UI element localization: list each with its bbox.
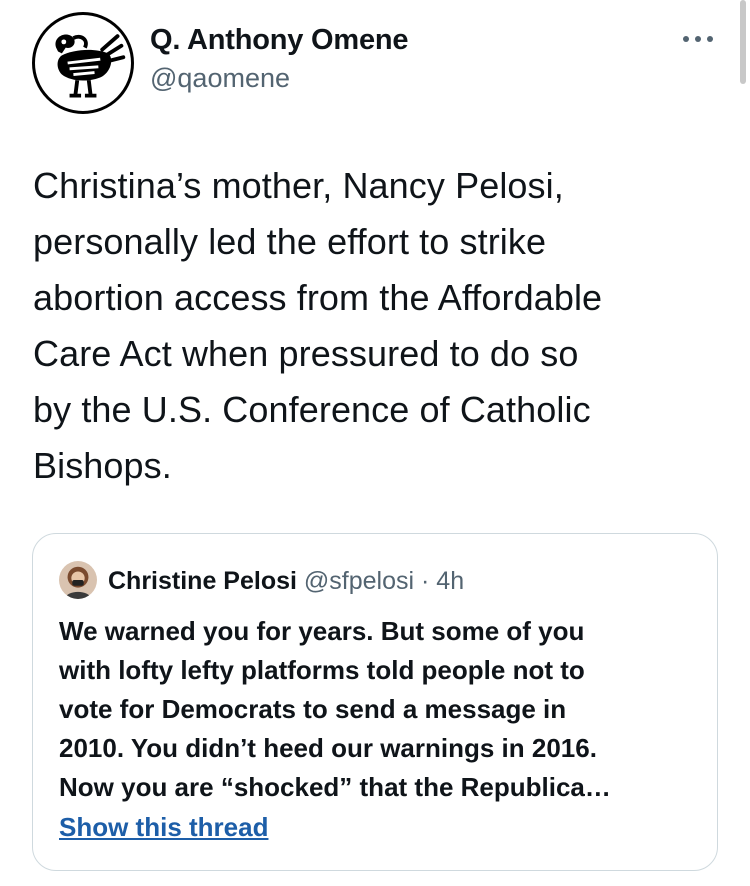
- quoted-author-name[interactable]: Christine Pelosi: [108, 567, 297, 595]
- separator-dot: ·: [421, 567, 430, 595]
- more-horizontal-icon: [683, 36, 713, 42]
- quoted-tweet-header: Christine Pelosi @sfpelosi · 4h: [108, 567, 464, 596]
- quoted-author-handle[interactable]: @sfpelosi: [304, 567, 414, 595]
- quoted-tweet-text: We warned you for years. But some of you…: [59, 616, 611, 802]
- person-avatar-icon: [59, 561, 97, 599]
- author-handle[interactable]: @qaomene: [150, 63, 290, 94]
- author-name[interactable]: Q. Anthony Omene: [150, 24, 409, 57]
- sankofa-bird-icon: [37, 17, 129, 109]
- quoted-tweet-time[interactable]: 4h: [436, 567, 464, 595]
- quoted-author-avatar[interactable]: [59, 561, 97, 599]
- quoted-tweet-card[interactable]: Christine Pelosi @sfpelosi · 4h We warne…: [32, 533, 718, 871]
- page-scrollbar[interactable]: [740, 0, 746, 84]
- show-thread-link[interactable]: Show this thread: [59, 812, 268, 843]
- author-avatar[interactable]: [32, 12, 134, 114]
- tweet-text: Christina’s mother, Nancy Pelosi, person…: [33, 165, 603, 486]
- more-options-button[interactable]: [678, 24, 718, 54]
